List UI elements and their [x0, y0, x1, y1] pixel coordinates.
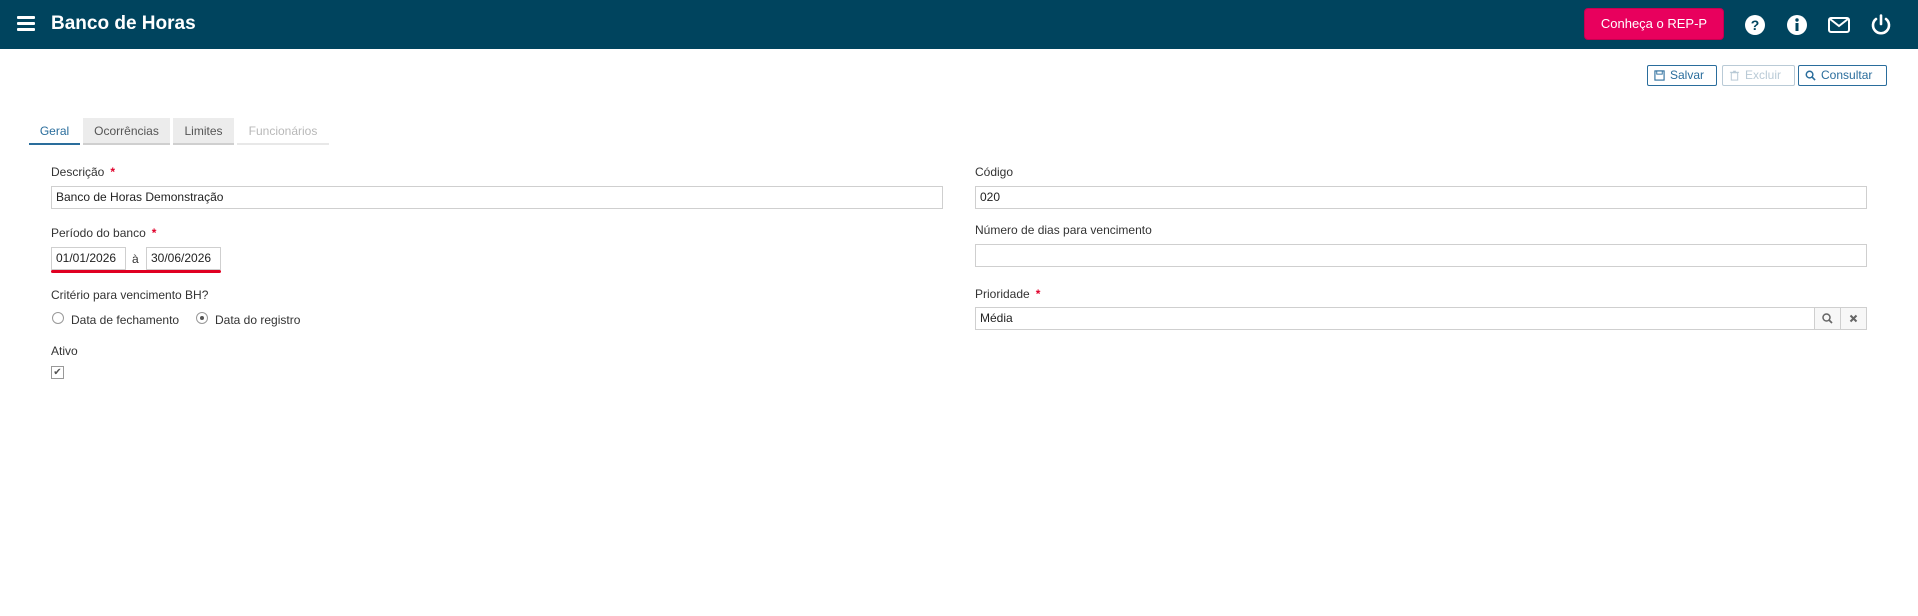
- query-button[interactable]: Consultar: [1798, 65, 1887, 86]
- ativo-label: Ativo: [51, 344, 78, 358]
- radio-data-fechamento[interactable]: [52, 312, 64, 324]
- delete-button[interactable]: Excluir: [1722, 65, 1795, 86]
- periodo-start-input[interactable]: 01/01/2026: [51, 247, 126, 270]
- prioridade-clear-button[interactable]: [1840, 307, 1867, 330]
- close-icon: [1849, 314, 1858, 323]
- delete-label: Excluir: [1745, 68, 1782, 82]
- codigo-label: Código: [975, 165, 1014, 179]
- power-icon[interactable]: [1869, 13, 1893, 37]
- query-label: Consultar: [1821, 68, 1873, 82]
- tab-geral[interactable]: Geral: [29, 118, 80, 145]
- save-icon: [1654, 70, 1665, 81]
- search-icon: [1822, 313, 1833, 324]
- radio-data-fechamento-label: Data de fechamento: [71, 313, 180, 327]
- ativo-checkbox[interactable]: ✔: [51, 366, 64, 379]
- rep-p-promo-button[interactable]: Conheça o REP-P: [1584, 8, 1724, 40]
- trash-icon: [1729, 70, 1740, 81]
- prioridade-search-button[interactable]: [1814, 307, 1841, 330]
- descricao-input[interactable]: Banco de Horas Demonstração: [51, 186, 943, 209]
- top-bar: Banco de Horas Conheça o REP-P ?: [0, 0, 1918, 49]
- save-label: Salvar: [1670, 68, 1705, 82]
- dias-vencimento-input[interactable]: [975, 244, 1867, 267]
- periodo-label: Período do banco *: [51, 226, 157, 240]
- prioridade-input[interactable]: Média: [975, 307, 1815, 330]
- codigo-input[interactable]: 020: [975, 186, 1867, 209]
- tab-funcionarios: Funcionários: [237, 118, 329, 145]
- page-title: Banco de Horas: [51, 13, 196, 34]
- mail-icon[interactable]: [1827, 13, 1851, 37]
- help-icon[interactable]: ?: [1743, 13, 1767, 37]
- hamburger-menu-icon[interactable]: [17, 16, 35, 31]
- tab-ocorrencias[interactable]: Ocorrências: [83, 118, 170, 145]
- criterio-label: Critério para vencimento BH?: [51, 288, 209, 302]
- descricao-label: Descrição *: [51, 165, 116, 179]
- periodo-end-input[interactable]: 30/06/2026: [146, 247, 221, 270]
- radio-data-registro-label: Data do registro: [215, 313, 301, 327]
- dias-vencimento-label: Número de dias para vencimento: [975, 223, 1152, 237]
- info-icon[interactable]: [1785, 13, 1809, 37]
- prioridade-label: Prioridade *: [975, 287, 1041, 301]
- radio-data-registro[interactable]: [196, 312, 208, 324]
- search-icon: [1805, 70, 1816, 81]
- tab-limites[interactable]: Limites: [173, 118, 234, 145]
- periodo-separator: à: [132, 252, 139, 266]
- svg-text:?: ?: [1751, 17, 1760, 33]
- save-button[interactable]: Salvar: [1647, 65, 1717, 86]
- periodo-highlight-underline: [51, 270, 221, 273]
